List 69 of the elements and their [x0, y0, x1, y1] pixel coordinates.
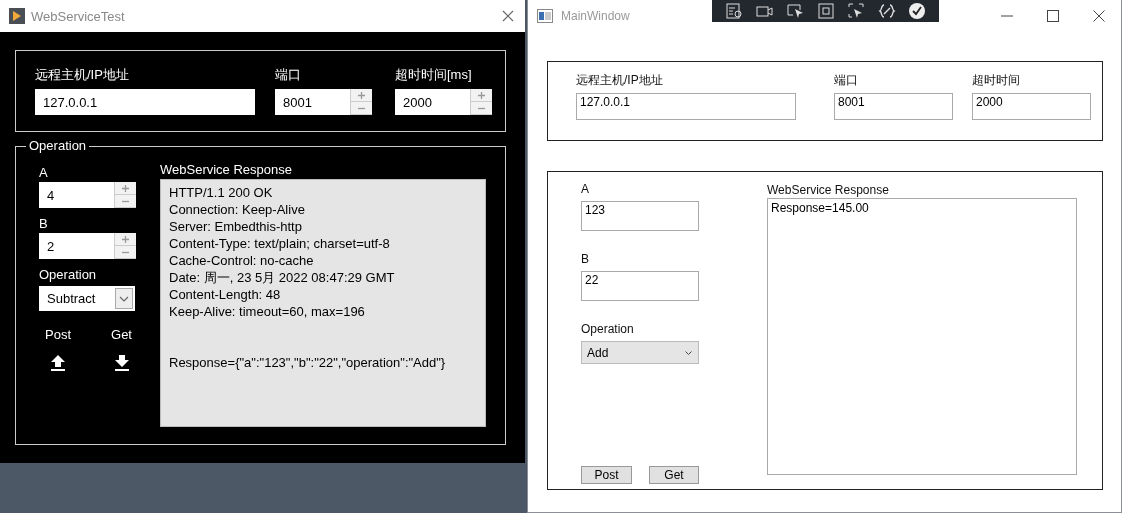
numeric-field[interactable]: 2 [39, 233, 136, 259]
chevron-down-icon [685, 350, 692, 355]
field-label: A [39, 165, 49, 180]
pointer-icon [785, 2, 804, 20]
operation-dropdown[interactable]: Subtract [39, 286, 135, 311]
toolbar-button[interactable] [724, 2, 743, 20]
plus-icon [478, 91, 485, 99]
input-field[interactable]: 8001 [834, 93, 953, 120]
decrement-button[interactable] [351, 102, 372, 115]
decrement-button[interactable] [471, 102, 492, 115]
braces-icon [877, 2, 896, 20]
decrement-button[interactable] [115, 195, 136, 208]
close-icon [1093, 10, 1105, 22]
inspect-icon [724, 2, 743, 20]
field-label: 端口 [834, 72, 859, 89]
pointer-frame-icon [847, 2, 866, 20]
input-field[interactable]: 2000 [972, 93, 1091, 120]
input-field[interactable]: 2000 [395, 89, 492, 115]
group-title: Operation [26, 138, 90, 153]
input-field[interactable]: 127.0.0.1 [35, 89, 255, 115]
field-label: 超时时间[ms] [395, 66, 473, 84]
plus-icon [122, 184, 129, 192]
field-label: B [581, 252, 590, 266]
toolbar-button[interactable] [877, 2, 896, 20]
plus-icon [122, 235, 129, 243]
toolbar-button[interactable] [816, 2, 835, 20]
close-icon [502, 10, 514, 22]
field-label: WebService Response [767, 183, 890, 197]
chevron-down-icon [119, 295, 129, 302]
window-title: MainWindow [561, 9, 630, 23]
action-button[interactable]: Post [581, 466, 632, 484]
action-button[interactable]: Get [649, 466, 699, 484]
increment-button[interactable] [115, 182, 136, 195]
plus-icon [358, 91, 365, 99]
field-label: A [581, 182, 590, 196]
increment-button[interactable] [115, 233, 136, 246]
upload-arrow-icon [51, 355, 65, 371]
input-field[interactable]: 127.0.0.1 [576, 93, 796, 120]
maximize-icon [1047, 10, 1059, 22]
field-label: 超时时间 [972, 72, 1021, 89]
post-button[interactable] [51, 355, 65, 371]
button-label: Get [111, 327, 132, 342]
increment-button[interactable] [351, 89, 372, 102]
input-field[interactable]: 123 [581, 201, 699, 231]
field-label: B [39, 216, 49, 231]
field-label: 端口 [275, 66, 302, 84]
field-label: 远程主机/IP地址 [35, 66, 130, 84]
input-field[interactable]: 8001 [275, 89, 372, 115]
increment-button[interactable] [471, 89, 492, 102]
button-label: Post [45, 327, 71, 342]
response-text-box: Response=145.00 [767, 198, 1077, 475]
square-frame-icon [816, 2, 835, 20]
response-text-area: HTTP/1.1 200 OK Connection: Keep-Alive Server: Embedthis-http Content-Type: text/plain; charset=utf-8 Cache-Control: no-cache Date: 周一, 23 5月 2022 08:47:29 GMT Content-Length: 48 Keep-Alive: timeout=60, max=196 Response={"a":"123","b":"22","operation":"Add"} [160, 179, 486, 427]
operation-dropdown[interactable]: Add [581, 341, 699, 364]
window-icon [537, 9, 553, 23]
toolbar-button[interactable] [908, 2, 927, 20]
field-label: Operation [581, 322, 635, 336]
field-label: 远程主机/IP地址 [576, 72, 664, 89]
decrement-button[interactable] [115, 246, 136, 259]
input-field[interactable]: 22 [581, 271, 699, 301]
get-button[interactable] [114, 355, 129, 371]
field-label: Operation [39, 267, 98, 282]
toolbar-button[interactable] [847, 2, 866, 20]
download-arrow-icon [114, 355, 129, 371]
toolbar-button[interactable] [785, 2, 804, 20]
field-label: WebService Response [160, 162, 293, 177]
window-title: WebServiceTest [31, 8, 126, 24]
app-icon [9, 8, 25, 24]
numeric-field[interactable]: 4 [39, 182, 136, 208]
